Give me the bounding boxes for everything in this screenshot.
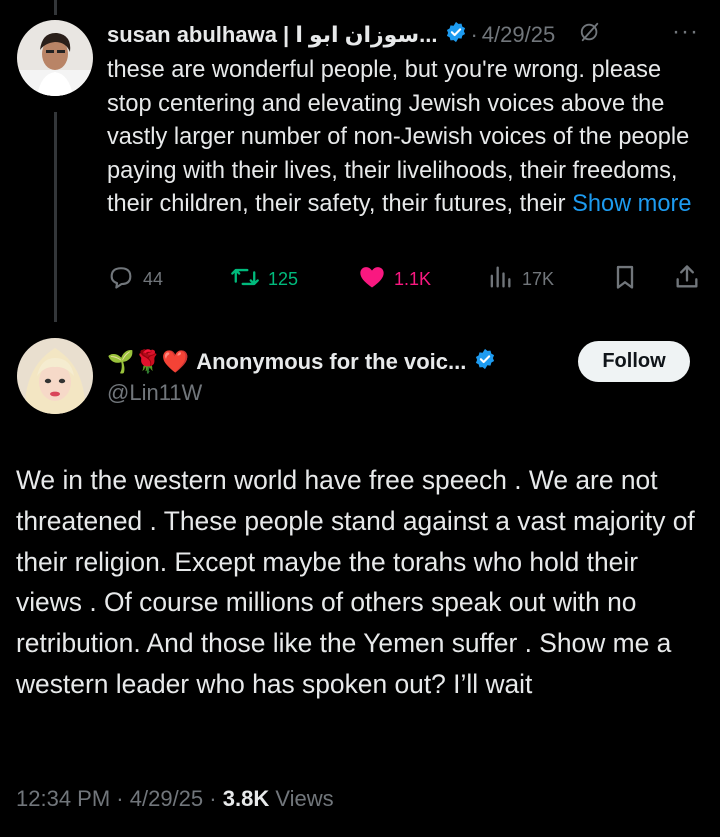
avatar[interactable] — [17, 338, 93, 414]
tweet-date[interactable]: 4/29/25 — [482, 22, 555, 48]
author-name[interactable]: Anonymous for the voic... — [196, 349, 466, 375]
repost-count: 125 — [268, 268, 299, 289]
bookmark-icon — [611, 263, 647, 296]
bookmark-button[interactable] — [611, 261, 647, 297]
heart-icon — [358, 263, 394, 296]
grok-icon[interactable] — [579, 21, 601, 49]
author-emojis: 🌱🌹❤️ — [107, 349, 190, 374]
parent-tweet-header: susan abulhawa | سوزان ابو ا... · 4/29/2… — [107, 18, 699, 49]
verified-badge-icon — [445, 21, 467, 49]
views-icon — [486, 263, 522, 296]
like-button[interactable]: 1.1K — [358, 261, 431, 297]
reply-tweet-text: We in the western world have free speech… — [16, 465, 695, 699]
reply-count: 44 — [143, 268, 164, 289]
reply-author-row: 🌱🌹❤️ Anonymous for the voic... — [107, 343, 496, 381]
share-icon — [673, 263, 709, 296]
verified-badge-icon — [474, 348, 496, 376]
author-name[interactable]: susan abulhawa | سوزان ابو ا... — [107, 22, 437, 48]
repost-icon — [230, 263, 268, 296]
views-count: 3.8K — [222, 786, 270, 811]
avatar[interactable] — [17, 20, 93, 96]
views-button[interactable]: 17K — [486, 261, 554, 297]
more-icon[interactable]: ··· — [672, 18, 699, 46]
parent-tweet-text: these are wonderful people, but you're w… — [107, 54, 705, 222]
share-button[interactable] — [673, 261, 709, 297]
show-more-link[interactable]: Show more — [572, 191, 691, 217]
tweet-meta: 12:34 PM · 4/29/25 · 3.8K Views — [16, 786, 334, 811]
tweet-actions: 44 125 1.1K 17K — [107, 261, 707, 297]
tweet-time[interactable]: 12:34 PM — [16, 786, 110, 811]
tweet-date[interactable]: 4/29/25 — [130, 786, 203, 811]
thread-line — [54, 112, 57, 322]
follow-button[interactable]: Follow — [578, 341, 690, 382]
repost-button[interactable]: 125 — [230, 261, 298, 297]
author-handle[interactable]: @Lin11W — [107, 380, 202, 406]
like-count: 1.1K — [394, 268, 432, 289]
reply-button[interactable]: 44 — [107, 261, 163, 297]
reply-icon — [107, 263, 143, 296]
views-label: Views — [275, 786, 334, 811]
views-count: 17K — [522, 268, 555, 289]
thread-line-top — [54, 0, 57, 15]
